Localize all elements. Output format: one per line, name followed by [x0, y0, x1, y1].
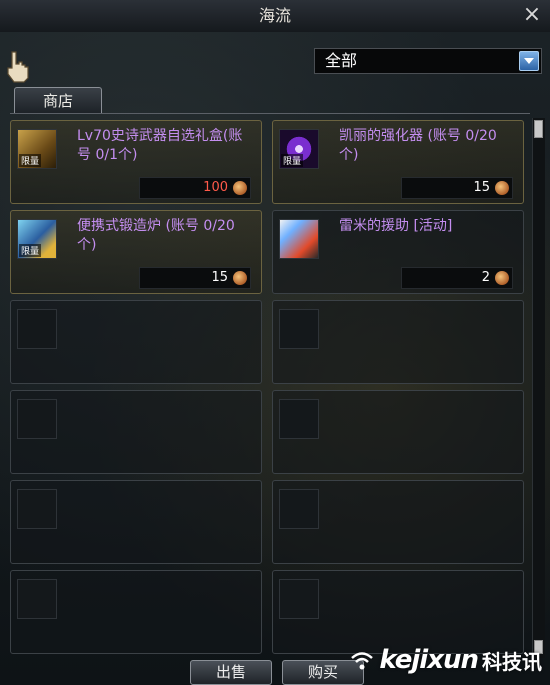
empty-slot: [10, 300, 262, 384]
category-selected: 全部: [325, 51, 358, 70]
item-name: 雷米的援助 [活动]: [339, 218, 453, 234]
empty-icon-frame: [279, 309, 319, 349]
item-price: 100: [203, 180, 228, 195]
price-box: 15: [139, 267, 251, 289]
empty-slot: [272, 300, 524, 384]
empty-icon-frame: [279, 579, 319, 619]
item-price: 2: [481, 270, 490, 285]
watermark-brand: kejixun: [379, 645, 479, 675]
limited-badge: 限量: [281, 154, 304, 167]
chest-icon: 限量: [17, 129, 57, 169]
item-name: 凯丽的强化器 (账号 0/20个): [339, 128, 497, 163]
empty-slot: [10, 390, 262, 474]
empty-icon-frame: [17, 309, 57, 349]
item-price: 15: [473, 180, 490, 195]
price-box: 2: [401, 267, 513, 289]
price-box: 15: [401, 177, 513, 199]
dropdown-arrow-icon[interactable]: [519, 51, 539, 71]
shop-item-slot[interactable]: 限量 Lv70史诗武器自选礼盒(账号 0/1个) 100: [10, 120, 262, 204]
orb-icon: 限量: [279, 129, 319, 169]
wifi-icon: [351, 652, 374, 670]
price-box: 100: [139, 177, 251, 199]
close-icon[interactable]: ×: [520, 4, 544, 28]
scrollbar[interactable]: [532, 118, 545, 658]
help-icon: [279, 219, 319, 259]
empty-icon-frame: [17, 579, 57, 619]
limited-badge: 限量: [19, 154, 42, 167]
scroll-thumb[interactable]: [534, 120, 543, 138]
limited-badge: 限量: [19, 244, 42, 257]
title-bar: 海流 ×: [0, 0, 550, 33]
item-name: 便携式锻造炉 (账号 0/20个): [77, 218, 235, 253]
empty-slot: [272, 390, 524, 474]
item-name: Lv70史诗武器自选礼盒(账号 0/1个): [77, 128, 243, 163]
watermark: kejixun 科技讯: [349, 640, 542, 680]
empty-slot: [10, 570, 262, 654]
sell-button[interactable]: 出售: [190, 660, 272, 685]
empty-icon-frame: [279, 399, 319, 439]
forge-icon: 限量: [17, 219, 57, 259]
item-price: 15: [211, 270, 228, 285]
tab-shop[interactable]: 商店: [14, 87, 102, 114]
shop-item-slot[interactable]: 限量 凯丽的强化器 (账号 0/20个) 15: [272, 120, 524, 204]
tab-divider: [10, 113, 530, 114]
coin-icon: [495, 271, 509, 285]
watermark-cn: 科技讯: [482, 649, 542, 674]
empty-slot: [272, 480, 524, 564]
shop-item-slot[interactable]: 限量 便携式锻造炉 (账号 0/20个) 15: [10, 210, 262, 294]
empty-slot: [10, 480, 262, 564]
empty-icon-frame: [279, 489, 319, 529]
empty-icon-frame: [17, 489, 57, 529]
coin-icon: [495, 181, 509, 195]
coin-icon: [233, 181, 247, 195]
shop-item-slot[interactable]: 雷米的援助 [活动] 2: [272, 210, 524, 294]
window-title: 海流: [258, 6, 291, 25]
empty-icon-frame: [17, 399, 57, 439]
hand-cursor-icon: [7, 51, 29, 83]
category-dropdown[interactable]: 全部: [314, 48, 542, 74]
coin-icon: [233, 271, 247, 285]
